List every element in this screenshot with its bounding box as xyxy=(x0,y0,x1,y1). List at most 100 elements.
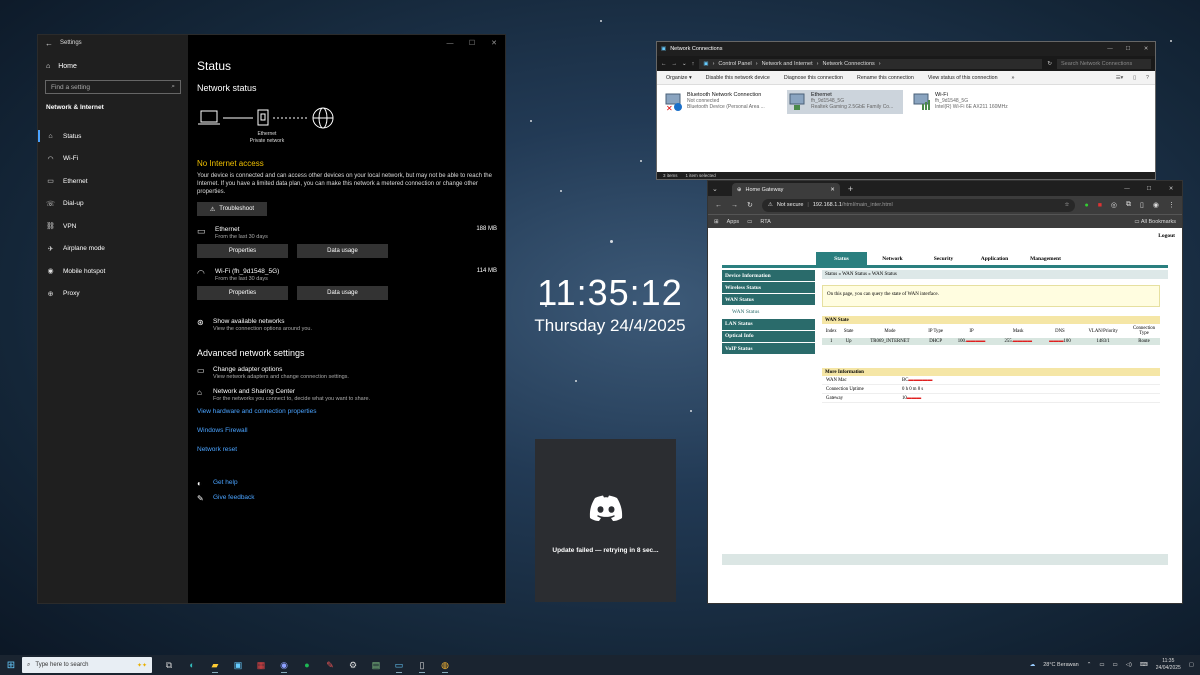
windows-start-icon[interactable]: ⊞ xyxy=(0,660,22,671)
network-reset-link[interactable]: Network reset xyxy=(197,446,497,453)
sidebar-item-lan-status[interactable]: LAN Status xyxy=(722,318,815,330)
home-link[interactable]: ⌂ Home xyxy=(38,59,188,74)
sidepanel-icon[interactable]: ▯ xyxy=(1140,201,1144,209)
close-icon[interactable]: ✕ xyxy=(483,39,505,47)
sidebar-item-wifi[interactable]: ◠ Wi-Fi xyxy=(38,148,188,171)
extension-icon[interactable]: ◎ xyxy=(1111,201,1117,209)
folder-app-icon[interactable]: ▯ xyxy=(413,657,431,673)
bookmark-apps[interactable]: Apps xyxy=(727,219,740,225)
tab-security[interactable]: Security xyxy=(918,252,969,265)
wifi-data-usage-button[interactable]: Data usage xyxy=(297,286,388,300)
close-icon[interactable]: ✕ xyxy=(1160,186,1182,192)
more-commands-button[interactable]: » xyxy=(1012,75,1015,81)
sidebar-item-status[interactable]: ⌂ Status xyxy=(38,125,188,148)
volume-icon[interactable]: ◁) xyxy=(1126,662,1132,668)
new-tab-button[interactable]: + xyxy=(848,184,853,194)
sidebar-item-optical-info[interactable]: Optical Info xyxy=(722,330,815,342)
forward-arrow-icon[interactable]: → xyxy=(731,202,738,209)
chrome-icon[interactable]: ◍ xyxy=(436,657,454,673)
discord-icon[interactable]: ◉ xyxy=(275,657,293,673)
reload-icon[interactable]: ↻ xyxy=(747,201,753,209)
tab-management[interactable]: Management xyxy=(1020,252,1071,265)
up-arrow-icon[interactable]: ↑ xyxy=(692,61,695,67)
organize-button[interactable]: Organize ▾ xyxy=(666,75,692,81)
sidebar-subitem-wan-status[interactable]: WAN Status xyxy=(722,306,815,318)
disable-device-button[interactable]: Disable this network device xyxy=(706,75,770,81)
back-arrow-icon[interactable]: ← xyxy=(38,39,60,48)
view-hardware-link[interactable]: View hardware and connection properties xyxy=(197,408,497,415)
maximize-icon[interactable]: ☐ xyxy=(1138,186,1160,192)
path-breadcrumb[interactable]: ▣ › Control Panel › Network and Internet… xyxy=(699,58,1043,69)
view-options-icon[interactable]: ☰▾ xyxy=(1116,75,1123,81)
ethernet-properties-button[interactable]: Properties xyxy=(197,244,288,258)
get-help-link[interactable]: ◐ Get help xyxy=(197,479,497,488)
profile-avatar[interactable]: ◉ xyxy=(1153,201,1159,209)
chevron-up-icon[interactable]: ⌃ xyxy=(1087,662,1092,668)
close-tab-icon[interactable]: ✕ xyxy=(830,187,835,193)
remote-desktop-icon[interactable]: ▭ xyxy=(390,657,408,673)
settings-search-input[interactable]: Find a setting ⌕ xyxy=(45,80,181,94)
wifi-properties-button[interactable]: Properties xyxy=(197,286,288,300)
maximize-icon[interactable]: ☐ xyxy=(461,39,483,47)
tab-network[interactable]: Network xyxy=(867,252,918,265)
breadcrumb-item[interactable]: Network and Internet xyxy=(762,61,813,67)
preview-pane-icon[interactable]: ▯ xyxy=(1133,75,1136,81)
extension-icon[interactable]: ● xyxy=(1084,202,1088,209)
file-explorer-icon[interactable]: ▰ xyxy=(206,657,224,673)
task-view-icon[interactable]: ⧉ xyxy=(160,657,178,673)
weather-text[interactable]: 28°C Berawan xyxy=(1043,662,1079,668)
adapter-bluetooth[interactable]: ✕ Bluetooth Network Connection Not conne… xyxy=(663,90,779,114)
tab-status[interactable]: Status xyxy=(816,252,867,265)
taskbar-clock[interactable]: 11:35 24/04/2025 xyxy=(1156,658,1181,672)
diagnose-button[interactable]: Diagnose this connection xyxy=(784,75,843,81)
all-bookmarks[interactable]: ▭ All Bookmarks xyxy=(1134,219,1176,225)
sidebar-item-wan-status[interactable]: WAN Status xyxy=(722,294,815,306)
sidebar-item-hotspot[interactable]: ◉ Mobile hotspot xyxy=(38,260,188,283)
spotify-icon[interactable]: ● xyxy=(298,657,316,673)
tab-home-gateway[interactable]: ⊕ Home Gateway ✕ xyxy=(731,183,840,196)
photos-icon[interactable]: ▣ xyxy=(229,657,247,673)
adapter-ethernet[interactable]: Ethernet fh_9d1548_5G Realtek Gaming 2.5… xyxy=(787,90,903,114)
show-networks-link[interactable]: ⊛ Show available networks View the connec… xyxy=(197,318,497,332)
netconn-search-input[interactable]: Search Network Connections xyxy=(1057,58,1151,69)
logout-link[interactable]: Logout xyxy=(1158,233,1175,239)
feedback-link[interactable]: ✎ Give feedback xyxy=(197,494,497,503)
back-arrow-icon[interactable]: ← xyxy=(715,202,722,209)
taskbar-search-input[interactable]: ⌕ Type here to search ✦✦ xyxy=(22,657,152,673)
sidebar-item-ethernet[interactable]: ▭ Ethernet xyxy=(38,170,188,193)
firewall-link[interactable]: Windows Firewall xyxy=(197,427,497,434)
sidebar-item-dialup[interactable]: ☏ Dial-up xyxy=(38,193,188,216)
refresh-icon[interactable]: ↻ xyxy=(1047,61,1052,67)
keyboard-icon[interactable]: ⌨ xyxy=(1140,662,1148,668)
pen-app-icon[interactable]: ✎ xyxy=(321,657,339,673)
sidebar-item-device-info[interactable]: Device Information xyxy=(722,270,815,281)
chevron-down-icon[interactable]: ⌄ xyxy=(682,61,687,67)
help-icon[interactable]: ? xyxy=(1146,75,1149,81)
url-bar[interactable]: ⚠ Not secure | 192.168.1.1/html/main_int… xyxy=(761,198,1076,212)
tab-application[interactable]: Application xyxy=(969,252,1020,265)
adapter-wifi[interactable]: Wi-Fi fh_9d1548_5G Intel(R) Wi-Fi 6E AX2… xyxy=(911,90,1027,114)
sidebar-item-voip-status[interactable]: VoIP Status xyxy=(722,343,815,355)
apps-icon[interactable]: ⊞ xyxy=(714,219,719,225)
sidebar-item-airplane[interactable]: ✈ Airplane mode xyxy=(38,238,188,261)
settings-gear-icon[interactable]: ⚙ xyxy=(344,657,362,673)
extension-icon[interactable]: ■ xyxy=(1098,202,1102,209)
breadcrumb-item[interactable]: Control Panel xyxy=(718,61,751,67)
troubleshoot-button[interactable]: ⚠ Troubleshoot xyxy=(197,202,267,216)
sidebar-item-wireless-status[interactable]: Wireless Status xyxy=(722,282,815,294)
tab-search-icon[interactable]: ⌄ xyxy=(712,185,718,193)
sidebar-item-proxy[interactable]: ⊕ Proxy xyxy=(38,283,188,306)
calendar-icon[interactable]: ▦ xyxy=(252,657,270,673)
tray-app-icon[interactable]: ▭ xyxy=(1099,662,1104,668)
maximize-icon[interactable]: ☐ xyxy=(1119,46,1137,52)
minimize-icon[interactable]: — xyxy=(439,40,461,47)
forward-arrow-icon[interactable]: → xyxy=(672,61,678,67)
ethernet-data-usage-button[interactable]: Data usage xyxy=(297,244,388,258)
puzzle-icon[interactable]: ⧉ xyxy=(1126,201,1131,209)
bookmark-rta[interactable]: RTA xyxy=(760,219,771,225)
weather-icon[interactable]: ☁ xyxy=(1030,662,1036,668)
notes-app-icon[interactable]: ▤ xyxy=(367,657,385,673)
minimize-icon[interactable]: — xyxy=(1116,186,1138,192)
sharing-center-link[interactable]: ⌂ Network and Sharing Center For the netw… xyxy=(197,388,497,402)
view-status-button[interactable]: View status of this connection xyxy=(928,75,998,81)
